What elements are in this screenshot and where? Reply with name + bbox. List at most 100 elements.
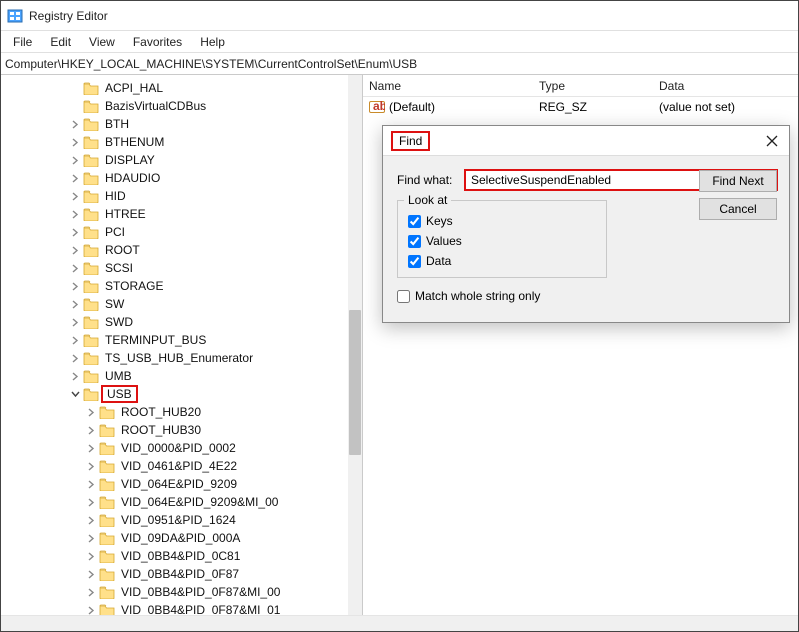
tree-pane[interactable]: ACPI_HAL BazisVirtualCDBus BTHBTHENUMDISPL… <box>1 75 363 615</box>
cancel-button[interactable]: Cancel <box>699 198 777 220</box>
chevron-right-icon[interactable] <box>69 172 81 184</box>
tree-node[interactable]: VID_0000&PID_0002 <box>5 439 348 457</box>
look-at-values[interactable]: Values <box>408 231 596 251</box>
look-at-keys[interactable]: Keys <box>408 211 596 231</box>
window-title: Registry Editor <box>29 9 108 23</box>
tree-node-label: BazisVirtualCDBus <box>103 99 208 113</box>
tree-node[interactable]: UMB <box>5 367 348 385</box>
column-data[interactable]: Data <box>659 79 798 93</box>
chevron-right-icon[interactable] <box>85 532 97 544</box>
list-row[interactable]: ab (Default) REG_SZ (value not set) <box>363 97 798 117</box>
chevron-right-icon[interactable] <box>69 262 81 274</box>
tree-node-label: VID_0BB4&PID_0F87 <box>119 567 241 581</box>
chevron-right-icon[interactable] <box>85 604 97 615</box>
chevron-right-icon[interactable] <box>69 352 81 364</box>
tree-node-label: HDAUDIO <box>103 171 162 185</box>
tree-node[interactable]: VID_064E&PID_9209&MI_00 <box>5 493 348 511</box>
tree-node[interactable]: VID_09DA&PID_000A <box>5 529 348 547</box>
address-bar[interactable]: Computer\HKEY_LOCAL_MACHINE\SYSTEM\Curre… <box>1 53 798 75</box>
tree-node[interactable]: VID_0951&PID_1624 <box>5 511 348 529</box>
tree-node[interactable]: BTH <box>5 115 348 133</box>
find-next-button[interactable]: Find Next <box>699 170 777 192</box>
close-icon[interactable] <box>763 132 781 150</box>
chevron-right-icon[interactable] <box>85 460 97 472</box>
menu-view[interactable]: View <box>81 33 123 51</box>
chevron-right-icon[interactable] <box>69 118 81 130</box>
chevron-right-icon[interactable] <box>69 334 81 346</box>
tree-node-label: UMB <box>103 369 134 383</box>
chevron-right-icon[interactable] <box>69 136 81 148</box>
chevron-right-icon[interactable] <box>69 244 81 256</box>
column-type[interactable]: Type <box>539 79 659 93</box>
address-text: Computer\HKEY_LOCAL_MACHINE\SYSTEM\Curre… <box>5 57 417 71</box>
tree-node[interactable]: HTREE <box>5 205 348 223</box>
checkbox-match-whole[interactable] <box>397 290 410 303</box>
tree-node[interactable]: BazisVirtualCDBus <box>5 97 348 115</box>
checkbox-values[interactable] <box>408 235 421 248</box>
chevron-right-icon[interactable] <box>85 442 97 454</box>
folder-icon <box>83 153 99 167</box>
find-dialog-titlebar[interactable]: Find <box>383 126 789 156</box>
tree-node[interactable]: ROOT_HUB30 <box>5 421 348 439</box>
tree-node-label: VID_0951&PID_1624 <box>119 513 238 527</box>
tree-node[interactable]: VID_0BB4&PID_0F87&MI_01 <box>5 601 348 615</box>
tree-node[interactable]: VID_0BB4&PID_0F87&MI_00 <box>5 583 348 601</box>
tree-node[interactable]: HDAUDIO <box>5 169 348 187</box>
chevron-right-icon[interactable] <box>69 316 81 328</box>
folder-icon <box>99 459 115 473</box>
tree-node[interactable]: PCI <box>5 223 348 241</box>
tree-node[interactable]: USB <box>5 385 348 403</box>
column-name[interactable]: Name <box>369 79 539 93</box>
menu-edit[interactable]: Edit <box>42 33 79 51</box>
title-bar[interactable]: Registry Editor <box>1 1 798 31</box>
folder-icon <box>99 603 115 615</box>
tree-node[interactable]: STORAGE <box>5 277 348 295</box>
chevron-right-icon[interactable] <box>69 298 81 310</box>
tree-node[interactable]: BTHENUM <box>5 133 348 151</box>
chevron-right-icon[interactable] <box>85 478 97 490</box>
tree-node[interactable]: VID_064E&PID_9209 <box>5 475 348 493</box>
tree-node[interactable]: SCSI <box>5 259 348 277</box>
look-at-data[interactable]: Data <box>408 251 596 271</box>
tree-node[interactable]: VID_0BB4&PID_0C81 <box>5 547 348 565</box>
match-whole-string[interactable]: Match whole string only <box>397 286 777 306</box>
chevron-down-icon[interactable] <box>69 388 81 400</box>
chevron-right-icon[interactable] <box>85 406 97 418</box>
folder-icon <box>83 99 99 113</box>
tree-node[interactable]: DISPLAY <box>5 151 348 169</box>
chevron-right-icon[interactable] <box>69 280 81 292</box>
tree-node[interactable]: VID_0BB4&PID_0F87 <box>5 565 348 583</box>
tree-node[interactable]: HID <box>5 187 348 205</box>
chevron-right-icon[interactable] <box>69 370 81 382</box>
tree-node[interactable]: SW <box>5 295 348 313</box>
list-header[interactable]: Name Type Data <box>363 75 798 97</box>
chevron-right-icon[interactable] <box>85 568 97 580</box>
chevron-right-icon[interactable] <box>85 424 97 436</box>
menu-help[interactable]: Help <box>192 33 233 51</box>
folder-icon <box>83 261 99 275</box>
tree-scrollbar[interactable] <box>348 75 362 615</box>
chevron-right-icon[interactable] <box>69 190 81 202</box>
tree-scrollbar-thumb[interactable] <box>349 310 361 455</box>
tree-node[interactable]: ROOT <box>5 241 348 259</box>
tree-node[interactable]: VID_0461&PID_4E22 <box>5 457 348 475</box>
folder-icon <box>83 333 99 347</box>
folder-icon <box>83 279 99 293</box>
tree-node[interactable]: ACPI_HAL <box>5 79 348 97</box>
checkbox-keys[interactable] <box>408 215 421 228</box>
tree-node[interactable]: ROOT_HUB20 <box>5 403 348 421</box>
chevron-right-icon[interactable] <box>85 514 97 526</box>
chevron-right-icon[interactable] <box>69 226 81 238</box>
menu-favorites[interactable]: Favorites <box>125 33 190 51</box>
horizontal-scrollbar[interactable] <box>1 616 798 631</box>
tree-node[interactable]: SWD <box>5 313 348 331</box>
checkbox-data[interactable] <box>408 255 421 268</box>
tree-node[interactable]: TERMINPUT_BUS <box>5 331 348 349</box>
chevron-right-icon[interactable] <box>85 496 97 508</box>
chevron-right-icon[interactable] <box>69 208 81 220</box>
chevron-right-icon[interactable] <box>85 586 97 598</box>
menu-file[interactable]: File <box>5 33 40 51</box>
chevron-right-icon[interactable] <box>85 550 97 562</box>
tree-node[interactable]: TS_USB_HUB_Enumerator <box>5 349 348 367</box>
chevron-right-icon[interactable] <box>69 154 81 166</box>
